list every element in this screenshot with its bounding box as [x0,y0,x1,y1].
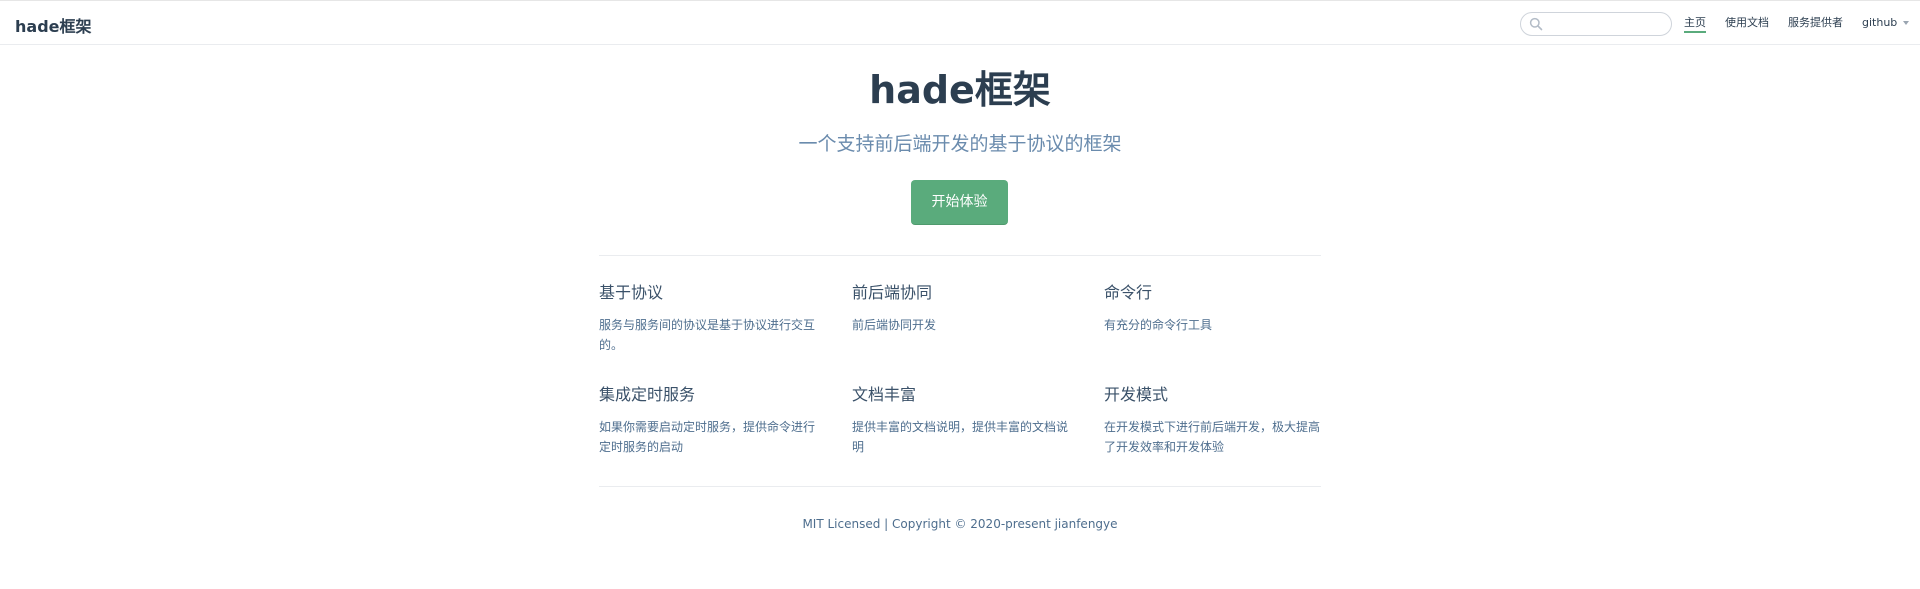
feature-title: 文档丰富 [852,385,917,404]
chevron-down-icon [1903,21,1910,25]
nav-item-providers[interactable]: 服务提供者 [1788,15,1843,30]
feature-details: 有充分的命令行工具 [1104,318,1213,332]
hero-title: hade框架 [869,68,1051,112]
search-input[interactable] [1545,15,1669,35]
feature-title: 集成定时服务 [599,385,696,404]
search-box[interactable] [1520,12,1672,36]
site-name-link[interactable]: hade框架 [15,13,92,37]
get-started-button[interactable]: 开始体验 [911,180,1008,225]
navbar: hade框架 主页 使用文档 服务提供者 github [0,0,1920,45]
feature-item: 前后端协同 前后端协同开发 [852,282,1072,335]
hero-description: 一个支持前后端开发的基于协议的框架 [798,133,1122,155]
feature-item: 基于协议 服务与服务间的协议是基于协议进行交互的。 [599,282,819,355]
feature-item: 集成定时服务 如果你需要启动定时服务，提供命令进行定时服务的启动 [599,384,819,457]
search-icon [1529,17,1543,31]
feature-details: 在开发模式下进行前后端开发，极大提高了开发效率和开发体验 [1104,420,1321,454]
feature-item: 命令行 有充分的命令行工具 [1104,282,1324,335]
footer: MIT Licensed | Copyright © 2020-present … [599,486,1321,532]
nav-item-github[interactable]: github [1862,15,1910,30]
feature-title: 开发模式 [1104,385,1169,404]
nav-links: 主页 使用文档 服务提供者 github [1684,15,1910,35]
nav-item-home[interactable]: 主页 [1684,15,1706,33]
nav-item-docs[interactable]: 使用文档 [1725,15,1769,30]
feature-title: 命令行 [1104,283,1153,302]
feature-details: 服务与服务间的协议是基于协议进行交互的。 [599,318,816,352]
feature-title: 基于协议 [599,283,664,302]
feature-details: 提供丰富的文档说明，提供丰富的文档说明 [852,420,1069,454]
nav-item-github-label: github [1862,16,1898,29]
feature-item: 文档丰富 提供丰富的文档说明，提供丰富的文档说明 [852,384,1072,457]
feature-details: 前后端协同开发 [852,318,937,332]
feature-details: 如果你需要启动定时服务，提供命令进行定时服务的启动 [599,420,816,454]
features: 基于协议 服务与服务间的协议是基于协议进行交互的。 前后端协同 前后端协同开发 … [599,255,1321,454]
feature-title: 前后端协同 [852,283,933,302]
feature-item: 开发模式 在开发模式下进行前后端开发，极大提高了开发效率和开发体验 [1104,384,1324,457]
